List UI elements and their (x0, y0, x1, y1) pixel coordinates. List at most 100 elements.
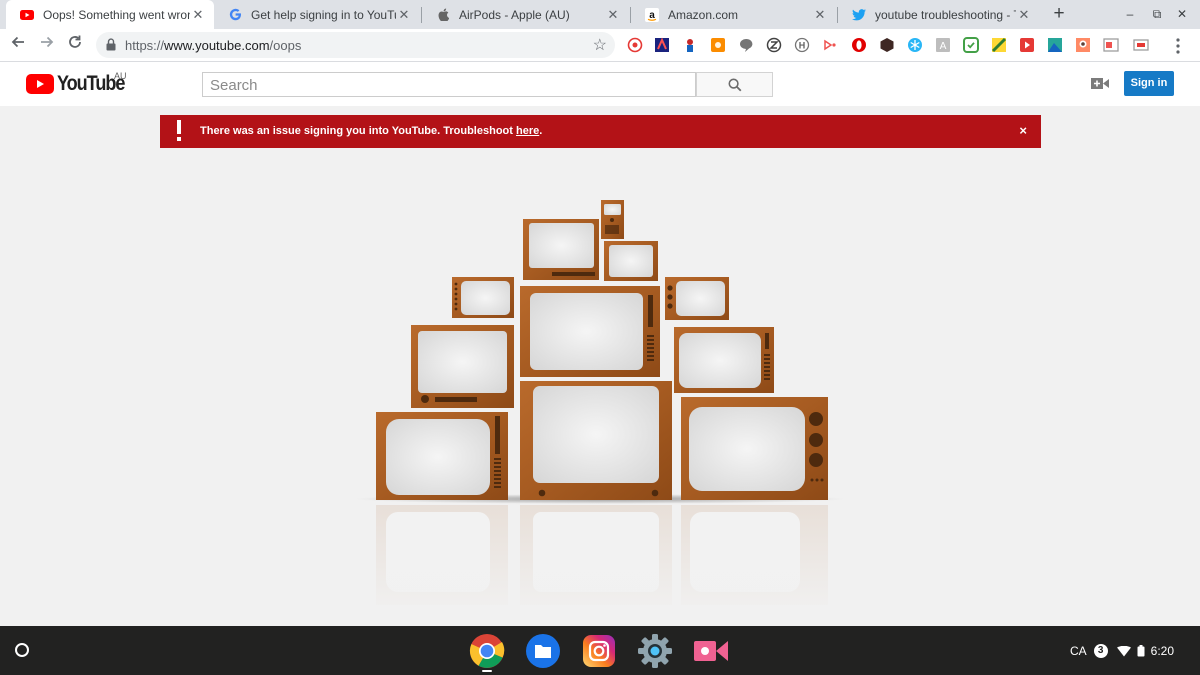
clock-time: 6:20 (1150, 644, 1175, 658)
youtube-extension-icon[interactable] (1019, 37, 1035, 53)
search-box[interactable] (202, 72, 696, 97)
launcher-button[interactable] (15, 643, 29, 657)
tv-small-right (665, 277, 729, 320)
search-input[interactable] (208, 73, 692, 97)
avatar-extension-icon[interactable] (1075, 37, 1091, 53)
close-window-icon[interactable]: ✕ (1172, 4, 1192, 24)
settings-icon[interactable] (637, 633, 673, 669)
bookmark-star-icon[interactable]: ☆ (593, 35, 607, 55)
tab-close-icon[interactable]: ✕ (1016, 7, 1032, 23)
dismiss-alert-icon[interactable]: × (1019, 123, 1027, 138)
tv-top-tiny (601, 200, 624, 239)
cast-extension-icon[interactable] (822, 37, 838, 53)
tab-strip: Oops! Something went wrong. ✕ Get help s… (0, 0, 1200, 29)
browser-menu-icon[interactable] (1172, 37, 1184, 55)
orange-extension-icon[interactable] (710, 37, 726, 53)
target-extension-icon[interactable] (627, 37, 643, 53)
flag-extension-icon[interactable] (654, 37, 670, 53)
forward-arrow-icon[interactable] (36, 34, 58, 56)
tab-google-help[interactable]: Get help signing in to YouTube ✕ (214, 0, 420, 29)
tv-bottom-right (681, 397, 828, 500)
tv-top-right (604, 241, 658, 281)
h-extension-icon[interactable]: H (794, 37, 810, 53)
tab-amazon[interactable]: a Amazon.com ✕ (631, 0, 836, 29)
tab-title: Get help signing in to YouTube (251, 7, 396, 22)
minimize-icon[interactable]: – (1120, 4, 1140, 24)
tab-twitter[interactable]: youtube troubleshooting - Twitter ✕ (838, 0, 1040, 29)
battery-icon (1137, 645, 1145, 657)
new-tab-button[interactable]: + (1048, 3, 1070, 25)
url-host: www.youtube.com (164, 38, 270, 53)
tab-title: youtube troubleshooting - Twitter (875, 7, 1016, 22)
snowflake-extension-icon[interactable] (907, 37, 923, 53)
tab-title: Oops! Something went wrong. (43, 7, 190, 22)
tab-close-icon[interactable]: ✕ (190, 7, 206, 23)
tab-close-icon[interactable]: ✕ (605, 7, 621, 23)
ime-indicator: CA (1070, 644, 1087, 658)
translate-extension-icon[interactable]: A (935, 37, 951, 53)
error-alert-banner: There was an issue signing you into YouT… (160, 115, 1041, 148)
back-arrow-icon[interactable] (7, 34, 29, 56)
youtube-header: YouTube AU Sign in (0, 62, 1200, 106)
youtube-play-icon (26, 74, 54, 94)
url-text: https://www.youtube.com/oops (125, 38, 301, 53)
opera-extension-icon[interactable] (851, 37, 867, 53)
wifi-icon (1116, 645, 1131, 656)
screenshot-extension-icon[interactable] (1133, 37, 1149, 53)
tab-youtube-oops[interactable]: Oops! Something went wrong. ✕ (6, 0, 214, 29)
country-code: AU (114, 71, 127, 81)
chat-extension-icon[interactable] (738, 37, 754, 53)
tv-bottom-left (376, 412, 508, 500)
exclamation-icon (176, 120, 182, 142)
google-favicon-icon (228, 8, 242, 22)
alert-text: There was an issue signing you into YouT… (200, 125, 516, 137)
green-extension-icon[interactable] (963, 37, 979, 53)
status-tray[interactable]: CA 3 6:20 (1070, 636, 1192, 666)
troubleshoot-link[interactable]: here (516, 125, 539, 137)
url-path: /oops (269, 38, 302, 53)
alert-suffix: . (539, 125, 543, 137)
cube-extension-icon[interactable] (879, 37, 895, 53)
search-icon (727, 77, 741, 91)
character-extension-icon[interactable] (682, 37, 698, 53)
gallery-extension-icon[interactable] (1103, 37, 1119, 53)
tv-mid-right (674, 327, 774, 393)
tv-mid-center (520, 286, 660, 377)
restore-window-icon[interactable]: ⧉ (1147, 4, 1167, 24)
youtube-logo[interactable]: YouTube AU (26, 71, 135, 96)
tab-title: Amazon.com (668, 7, 739, 22)
svg-text:A: A (940, 41, 947, 52)
instagram-icon[interactable] (581, 633, 617, 669)
tab-close-icon[interactable]: ✕ (396, 7, 412, 23)
reload-icon[interactable] (64, 34, 86, 56)
tv-top-left (523, 219, 599, 280)
photo-extension-icon[interactable] (1047, 37, 1063, 53)
url-scheme: https:// (125, 38, 165, 53)
lock-icon[interactable] (106, 38, 116, 56)
youtube-favicon-icon (20, 8, 34, 22)
tv-small-left (452, 277, 514, 318)
chrome-icon[interactable] (469, 633, 505, 669)
tab-title: AirPods - Apple (AU) (459, 7, 570, 22)
sign-in-button[interactable]: Sign in (1124, 71, 1174, 96)
chart-extension-icon[interactable] (991, 37, 1007, 53)
tv-stack-illustration (355, 200, 845, 615)
active-app-indicator (482, 670, 492, 672)
svg-text:H: H (799, 41, 806, 51)
files-icon[interactable] (525, 633, 561, 669)
amazon-favicon-icon: a (645, 7, 659, 22)
screencast-icon[interactable] (693, 633, 729, 669)
apple-favicon-icon (436, 8, 450, 22)
upload-video-icon[interactable] (1091, 77, 1109, 90)
notification-count: 3 (1093, 644, 1108, 658)
browser-toolbar: https://www.youtube.com/oops ☆ H A (0, 29, 1200, 62)
twitter-favicon-icon (852, 8, 866, 22)
tv-mid-left (411, 325, 514, 408)
alert-message: There was an issue signing you into YouT… (200, 125, 542, 137)
search-button[interactable] (696, 72, 773, 97)
tv-bottom-center (520, 381, 672, 500)
tab-airpods[interactable]: AirPods - Apple (AU) ✕ (422, 0, 629, 29)
compass-extension-icon[interactable] (766, 37, 782, 53)
tab-close-icon[interactable]: ✕ (812, 7, 828, 23)
address-bar[interactable]: https://www.youtube.com/oops ☆ (96, 32, 615, 58)
